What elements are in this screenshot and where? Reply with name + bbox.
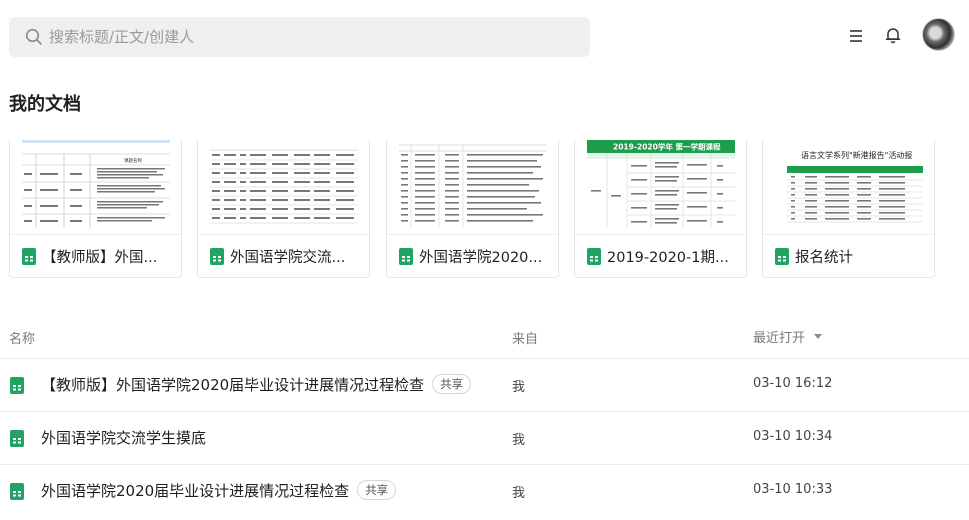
table-row[interactable]: 外国语学院2020届毕业设计进展情况过程检查 共享 我 03-10 10:33 [0,464,969,517]
column-from-header[interactable]: 来自 [512,328,538,347]
row-title: 外国语学院交流学生摸底 [41,427,206,448]
spreadsheet-icon [10,483,24,500]
doc-card[interactable]: 2019-2020学年 第一学期课程 2019-2020-1期... [574,140,747,278]
card-title: 报名统计 [795,250,853,266]
list-header: 名称 来自 最近打开 [0,320,969,354]
thumb-heading: 课题名称 [124,157,142,164]
spreadsheet-icon [10,377,24,394]
table-row[interactable]: 外国语学院交流学生摸底 我 03-10 10:34 [0,411,969,464]
doc-thumbnail: 2019-2020学年 第一学期课程 [587,140,735,228]
row-last-opened: 03-10 10:33 [753,482,833,497]
card-title: 外国语学院交流... [230,250,346,266]
row-last-opened: 03-10 16:12 [753,376,833,391]
card-footer: 外国语学院交流... [198,234,369,277]
row-title: 【教师版】外国语学院2020届毕业设计进展情况过程检查 共享 [41,374,472,395]
doc-card[interactable]: 课题名称 【教师版】外国... [9,140,182,278]
table-row[interactable]: 【教师版】外国语学院2020届毕业设计进展情况过程检查 共享 我 03-10 16… [0,358,969,411]
search-bar[interactable] [9,17,590,57]
column-last-opened-header[interactable]: 最近打开 [753,327,823,346]
card-footer: 报名统计 [763,234,934,277]
search-input[interactable] [49,17,579,57]
section-title: 我的文档 [9,94,81,115]
card-title: 【教师版】外国... [42,250,158,266]
card-footer: 【教师版】外国... [10,234,181,277]
shared-badge: 共享 [432,374,472,394]
shared-badge: 共享 [357,480,397,500]
bell-icon[interactable] [884,26,902,44]
doc-thumbnail [210,140,358,228]
card-footer: 外国语学院2020... [387,234,558,277]
spreadsheet-icon [10,430,24,447]
recent-cards: 课题名称 【教师版】外国... 外国语学院交流... 外国语学院2020... … [9,140,969,278]
row-title: 外国语学院2020届毕业设计进展情况过程检查 共享 [41,480,397,501]
search-icon [25,28,42,45]
thumb-heading: 语言文学系列"新港报告"活动报 [801,150,912,160]
spreadsheet-icon [587,248,601,265]
row-name: 外国语学院交流学生摸底 [41,429,207,447]
doc-card[interactable]: 外国语学院2020... [386,140,559,278]
spreadsheet-icon [775,248,789,265]
avatar[interactable] [922,18,955,51]
row-name: 【教师版】外国语学院2020届毕业设计进展情况过程检查 [41,376,425,394]
column-name-header[interactable]: 名称 [9,328,35,347]
sort-caret-down-icon [814,334,823,339]
row-from: 我 [512,380,526,395]
doc-card[interactable]: 语言文学系列"新港报告"活动报 报名统计 [762,140,935,278]
top-bar [0,0,969,75]
menu-list-icon[interactable] [847,27,865,45]
doc-thumbnail [399,140,547,228]
thumb-heading: 2019-2020学年 第一学期课程 [613,142,721,152]
spreadsheet-icon [22,248,36,265]
column-last-opened-label: 最近打开 [753,331,806,346]
row-name: 外国语学院2020届毕业设计进展情况过程检查 [41,482,350,500]
row-from: 我 [512,486,526,501]
doc-thumbnail: 课题名称 [22,140,170,228]
row-last-opened: 03-10 10:34 [753,429,833,444]
doc-thumbnail: 语言文学系列"新港报告"活动报 [775,140,923,228]
card-title: 外国语学院2020... [419,250,543,266]
spreadsheet-icon [210,248,224,265]
doc-card[interactable]: 外国语学院交流... [197,140,370,278]
card-footer: 2019-2020-1期... [575,234,746,277]
card-title: 2019-2020-1期... [607,250,729,266]
spreadsheet-icon [399,248,413,265]
row-from: 我 [512,433,526,448]
